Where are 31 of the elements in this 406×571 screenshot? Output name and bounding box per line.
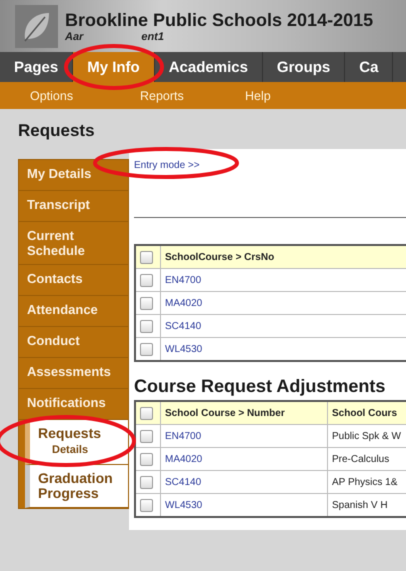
course-link[interactable]: MA4020: [165, 298, 202, 308]
section-title: Course Request Adjustments: [134, 376, 386, 397]
checkbox[interactable]: [140, 296, 153, 310]
user-name: Aar: [65, 30, 84, 42]
checkbox[interactable]: [140, 320, 153, 332]
column-header: School Cours: [328, 401, 406, 424]
page-title: Requests: [17, 120, 96, 142]
checkbox[interactable]: [140, 406, 153, 420]
checkbox[interactable]: [140, 430, 153, 442]
course-link[interactable]: MA4020: [165, 454, 202, 464]
column-header: SchoolCourse > CrsNo: [160, 245, 406, 268]
column-header: School Course > Number: [160, 401, 328, 424]
checkbox[interactable]: [140, 498, 153, 512]
checkbox[interactable]: [140, 274, 153, 286]
leaf-logo-icon: [15, 4, 58, 48]
course-link[interactable]: EN4700: [165, 274, 202, 286]
course-link[interactable]: EN4700: [165, 430, 202, 442]
school-title: Brookline Public Schools 2014-2015: [65, 10, 374, 30]
checkbox[interactable]: [140, 452, 153, 466]
course-link[interactable]: SC4140: [165, 320, 202, 332]
sidebar-item[interactable]: Graduation Progress: [25, 465, 128, 508]
course-link[interactable]: SC4140: [165, 476, 202, 488]
checkbox[interactable]: [140, 476, 153, 488]
course-link[interactable]: WL4530: [165, 500, 202, 510]
checkbox[interactable]: [140, 342, 153, 356]
sidebar-item-label: Requests: [38, 426, 102, 441]
user-name: ent1: [141, 30, 164, 42]
sidebar-sub-item[interactable]: Details: [38, 441, 124, 458]
entry-mode-link[interactable]: Entry mode >>: [134, 160, 200, 171]
checkbox[interactable]: [140, 250, 153, 264]
course-link[interactable]: WL4530: [165, 344, 202, 354]
